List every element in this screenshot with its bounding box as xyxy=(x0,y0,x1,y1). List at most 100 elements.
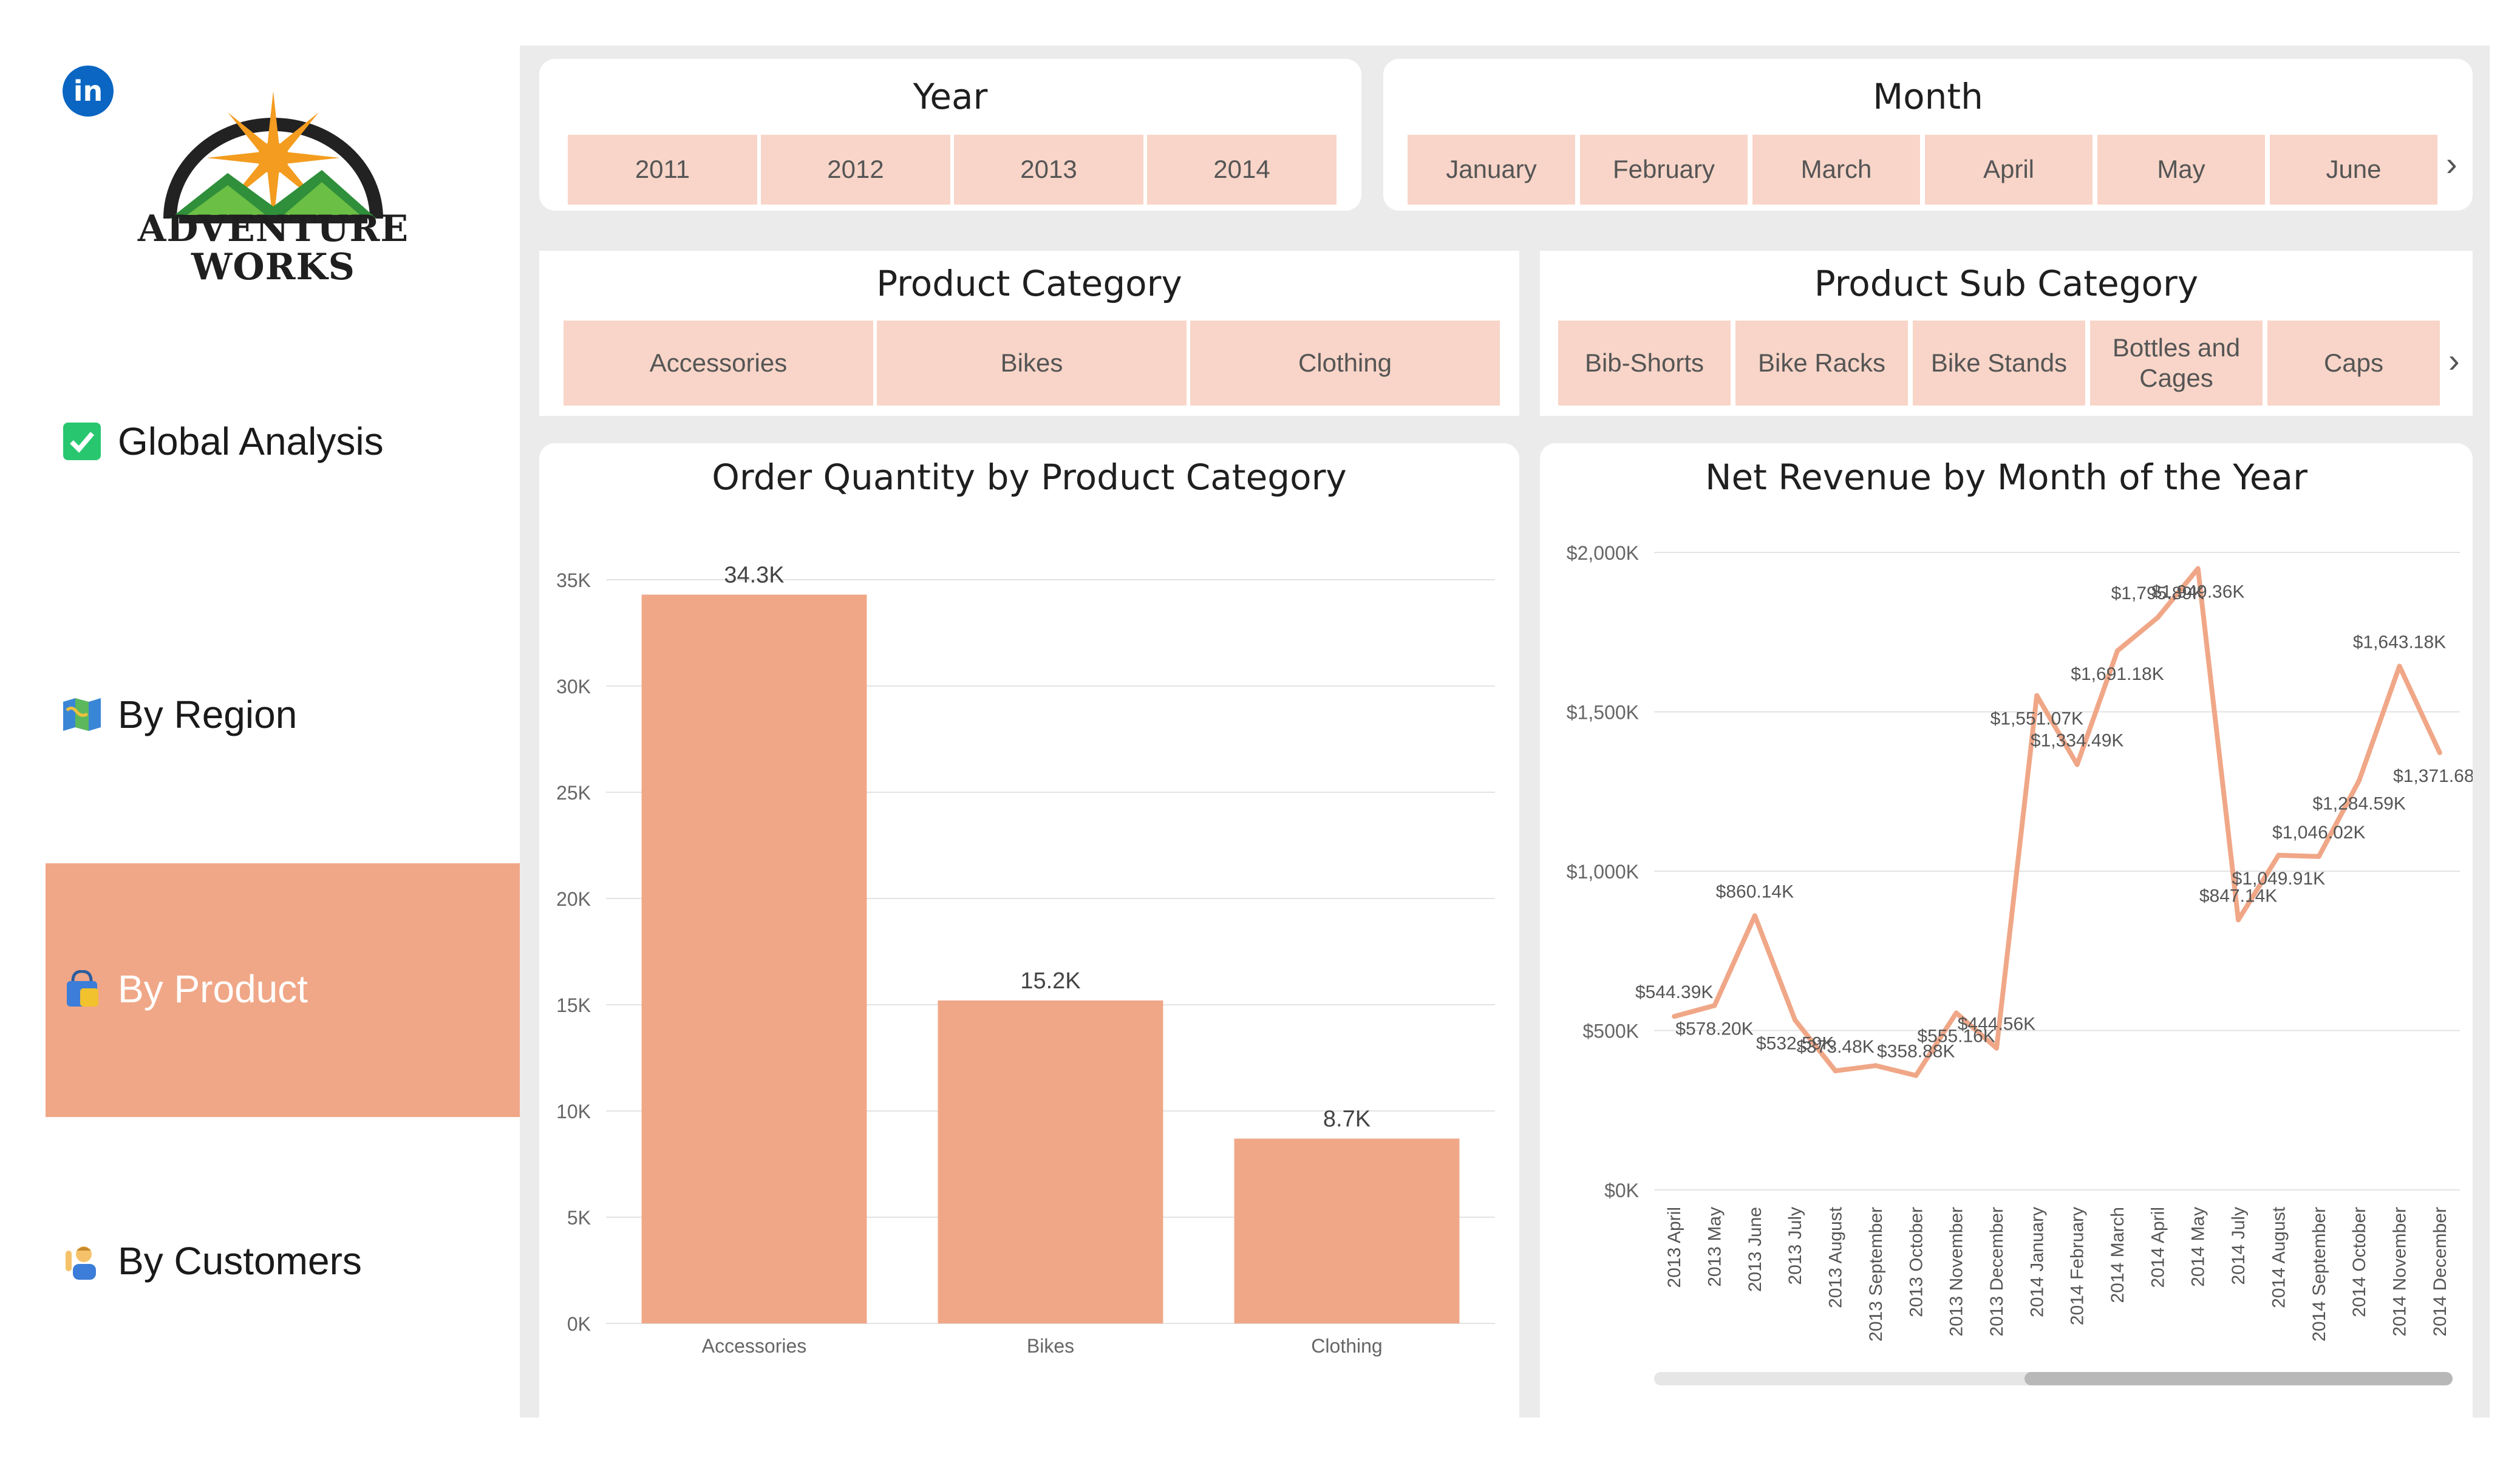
year-chip-2011[interactable]: 2011 xyxy=(568,135,757,205)
logo-text-line1: ADVENTURE xyxy=(137,208,409,250)
x-tick-label: 2014 April xyxy=(2148,1207,2168,1288)
y-tick-label: 15K xyxy=(556,994,591,1016)
bar-accessories xyxy=(641,594,867,1323)
data-point xyxy=(1833,1068,1838,1073)
data-point xyxy=(2074,762,2080,767)
data-label: $373.48K xyxy=(1796,1037,1874,1057)
y-tick-label: $500K xyxy=(1582,1021,1639,1042)
order-quantity-chart-card: Order Quantity by Product Category 0K 5K 1… xyxy=(539,443,1519,1445)
data-point xyxy=(1672,1014,1677,1019)
category-chip-accessories[interactable]: Accessories xyxy=(564,321,873,406)
nav-by-product[interactable]: By Product xyxy=(46,863,520,1117)
x-tick-label: Accessories xyxy=(702,1335,807,1357)
data-label: $1,949.36K xyxy=(2151,582,2244,602)
shopping-bag-icon xyxy=(61,970,103,1007)
data-label: 8.7K xyxy=(1323,1107,1371,1132)
x-tick-label: 2014 January xyxy=(2027,1207,2047,1317)
y-tick-label: 25K xyxy=(556,782,591,804)
category-chip-clothing[interactable]: Clothing xyxy=(1190,321,1500,406)
horizontal-scrollbar[interactable] xyxy=(1654,1372,2453,1385)
chevron-right-icon[interactable]: › xyxy=(2448,341,2460,380)
x-tick-label: Bikes xyxy=(1027,1335,1074,1357)
product-subcategory-title: Product Sub Category xyxy=(1814,263,2199,304)
data-point xyxy=(1873,1063,1878,1068)
product-category-title: Product Category xyxy=(876,263,1182,304)
nav-label: By Region xyxy=(118,693,298,736)
x-tick-label: 2014 July xyxy=(2229,1207,2249,1285)
y-tick-label: 5K xyxy=(567,1207,591,1229)
x-tick-label: 2013 November xyxy=(1947,1207,1967,1336)
year-chip-2014[interactable]: 2014 xyxy=(1147,135,1337,205)
data-point xyxy=(2195,566,2201,571)
nav-global-analysis[interactable]: Global Analysis xyxy=(61,419,384,464)
linkedin-icon[interactable]: in xyxy=(63,66,114,117)
data-point xyxy=(1793,1017,1798,1023)
year-slicer: Year 2011 2012 2013 2014 xyxy=(539,59,1361,211)
chevron-right-icon[interactable]: › xyxy=(2446,144,2457,183)
data-label: 34.3K xyxy=(724,563,784,588)
month-chip-june[interactable]: June xyxy=(2270,135,2437,205)
x-tick-label: 2014 November xyxy=(2389,1207,2409,1336)
y-tick-label: 0K xyxy=(567,1313,591,1335)
data-point xyxy=(1994,1045,1999,1051)
data-point xyxy=(2316,854,2321,859)
logo-text-line2: WORKS xyxy=(191,246,355,288)
x-tick-label: 2013 September xyxy=(1866,1207,1886,1342)
scrollbar-thumb[interactable] xyxy=(2025,1372,2453,1385)
checkbox-icon xyxy=(61,423,103,460)
month-chip-february[interactable]: February xyxy=(1580,135,1748,205)
x-tick-label: 2013 April xyxy=(1664,1207,1684,1288)
subcategory-chip-bib-shorts[interactable]: Bib-Shorts xyxy=(1558,321,1731,406)
nav-by-product-row: By Product xyxy=(61,966,308,1011)
x-tick-label: 2014 October xyxy=(2349,1207,2369,1317)
report-canvas: Year 2011 2012 2013 2014 Month January F… xyxy=(520,46,2490,1445)
x-tick-label: 2014 August xyxy=(2269,1206,2289,1308)
year-chip-2013[interactable]: 2013 xyxy=(954,135,1143,205)
data-label: $1,691.18K xyxy=(2071,664,2164,684)
data-point xyxy=(2357,778,2362,783)
subcategory-chip-bottles-and-cages[interactable]: Bottles and Cages xyxy=(2090,321,2263,406)
data-point xyxy=(1712,1003,1717,1008)
y-tick-label: 30K xyxy=(556,676,591,698)
linkedin-text: in xyxy=(73,75,103,107)
year-chip-2012[interactable]: 2012 xyxy=(761,135,950,205)
x-tick-label: Clothing xyxy=(1311,1335,1382,1357)
month-chip-january[interactable]: January xyxy=(1408,135,1575,205)
nav-by-region[interactable]: By Region xyxy=(61,692,297,737)
nav-label: By Product xyxy=(118,967,308,1011)
data-point xyxy=(2236,917,2241,923)
year-slicer-title: Year xyxy=(913,76,988,117)
month-chip-may[interactable]: May xyxy=(2097,135,2265,205)
x-tick-label: 2013 July xyxy=(1785,1207,1805,1285)
x-tick-label: 2014 May xyxy=(2188,1207,2208,1287)
x-tick-label: 2014 December xyxy=(2430,1207,2450,1336)
data-point xyxy=(2155,615,2161,620)
category-chip-bikes[interactable]: Bikes xyxy=(877,321,1187,406)
data-label: $444.56K xyxy=(1958,1014,2035,1034)
y-tick-label: 35K xyxy=(556,569,591,591)
data-label: $1,334.49K xyxy=(2031,730,2123,750)
data-label: $847.14K xyxy=(2199,886,2277,906)
y-tick-label: $1,000K xyxy=(1567,861,1639,883)
subcategory-chip-caps[interactable]: Caps xyxy=(2267,321,2440,406)
data-label: $1,551.07K xyxy=(1990,709,2083,729)
bar-bikes xyxy=(938,1000,1163,1323)
month-chip-april[interactable]: April xyxy=(1925,135,2093,205)
subcategory-chip-bike-racks[interactable]: Bike Racks xyxy=(1735,321,1908,406)
nav-label: Global Analysis xyxy=(118,419,384,463)
x-tick-label: 2014 February xyxy=(2068,1207,2088,1325)
data-label: $1,046.02K xyxy=(2272,823,2365,843)
x-tick-label: 2013 August xyxy=(1826,1206,1846,1308)
data-label: 15.2K xyxy=(1020,968,1080,994)
nav-by-customers[interactable]: By Customers xyxy=(61,1238,362,1283)
subcategory-chip-bike-stands[interactable]: Bike Stands xyxy=(1913,321,2085,406)
x-tick-label: 2014 March xyxy=(2108,1207,2128,1303)
month-slicer-title: Month xyxy=(1873,76,1983,117)
data-label: $578.20K xyxy=(1675,1019,1753,1039)
person-raising-hand-icon xyxy=(61,1243,103,1280)
month-chip-march[interactable]: March xyxy=(1752,135,1920,205)
data-label: $1,284.59K xyxy=(2312,794,2405,814)
y-tick-label: 10K xyxy=(556,1101,591,1122)
data-label: $1,371.68K xyxy=(2393,766,2473,786)
data-point xyxy=(1913,1073,1919,1078)
